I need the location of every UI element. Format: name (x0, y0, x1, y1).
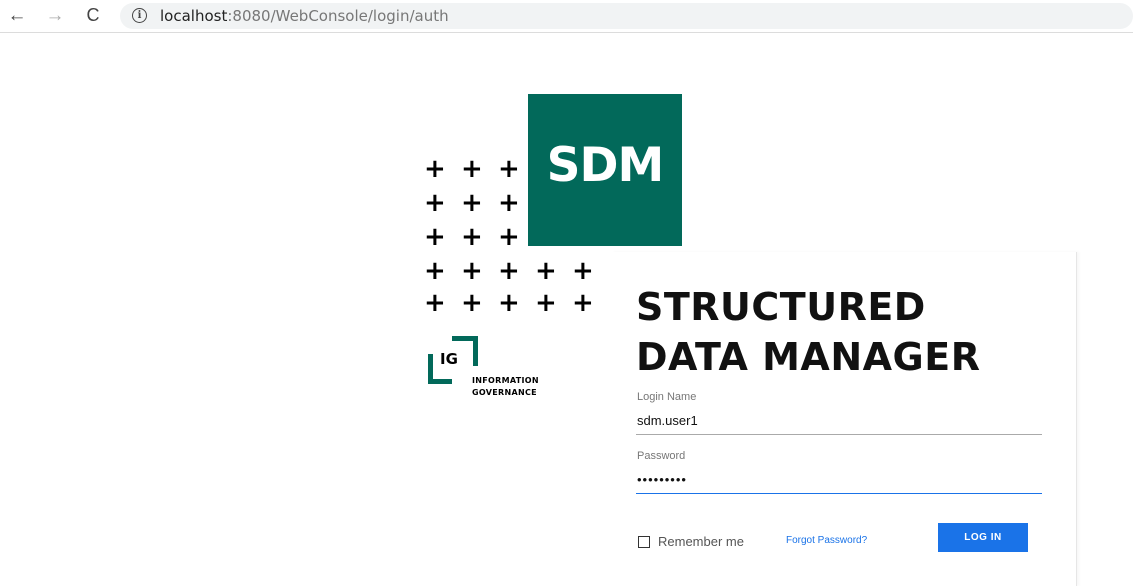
login-name-input[interactable] (636, 409, 1044, 431)
plus-icon: + (424, 256, 446, 286)
plus-icon: + (572, 288, 594, 318)
plus-icon: + (424, 288, 446, 318)
ig-caption-line2: GOVERNANCE (472, 388, 537, 397)
back-arrow-icon[interactable]: ← (6, 4, 28, 26)
log-in-button[interactable]: LOG IN (938, 523, 1028, 552)
password-input[interactable] (636, 468, 1044, 490)
forward-arrow-icon[interactable]: → (44, 4, 66, 26)
login-name-underline (636, 434, 1042, 435)
url-host: localhost (160, 7, 228, 25)
plus-icon: + (535, 288, 557, 318)
plus-icon: + (498, 222, 520, 252)
ig-logo: IG (428, 336, 478, 384)
product-title: STRUCTURED DATA MANAGER (636, 282, 1056, 382)
product-title-line2: DATA MANAGER (636, 335, 981, 379)
site-info-icon[interactable]: i (132, 8, 147, 23)
plus-icon: + (424, 222, 446, 252)
plus-icon: + (572, 256, 594, 286)
plus-icon: + (461, 222, 483, 252)
ig-caption-line1: INFORMATION (472, 376, 539, 385)
ig-caption: INFORMATION GOVERNANCE (472, 375, 539, 399)
plus-pattern: + + + + + + + + + + + + + + + + + + + (424, 154, 594, 318)
plus-icon: + (461, 256, 483, 286)
ig-logo-text: IG (440, 350, 458, 368)
plus-icon: + (498, 256, 520, 286)
remember-me-label: Remember me (658, 534, 744, 549)
password-underline (636, 493, 1042, 494)
product-title-line1: STRUCTURED (636, 285, 926, 329)
plus-icon: + (498, 154, 520, 184)
plus-icon: + (461, 288, 483, 318)
login-name-label: Login Name (637, 391, 697, 403)
plus-icon: + (424, 154, 446, 184)
browser-toolbar: ← → C i localhost:8080/WebConsole/login/… (0, 0, 1133, 33)
address-bar[interactable]: i localhost:8080/WebConsole/login/auth (120, 3, 1133, 29)
plus-icon: + (424, 188, 446, 218)
remember-me-checkbox[interactable] (638, 535, 650, 548)
url-path: :8080/WebConsole/login/auth (227, 7, 449, 25)
forgot-password-link[interactable]: Forgot Password? (786, 535, 867, 546)
login-card: STRUCTURED DATA MANAGER Login Name Passw… (612, 252, 1077, 586)
password-label: Password (637, 450, 686, 462)
url-text[interactable]: localhost:8080/WebConsole/login/auth (160, 7, 449, 25)
plus-icon: + (461, 154, 483, 184)
plus-icon: + (498, 188, 520, 218)
plus-icon: + (535, 256, 557, 286)
plus-icon: + (498, 288, 520, 318)
plus-icon: + (461, 188, 483, 218)
reload-icon[interactable]: C (82, 4, 104, 26)
remember-me[interactable]: Remember me (638, 534, 744, 549)
